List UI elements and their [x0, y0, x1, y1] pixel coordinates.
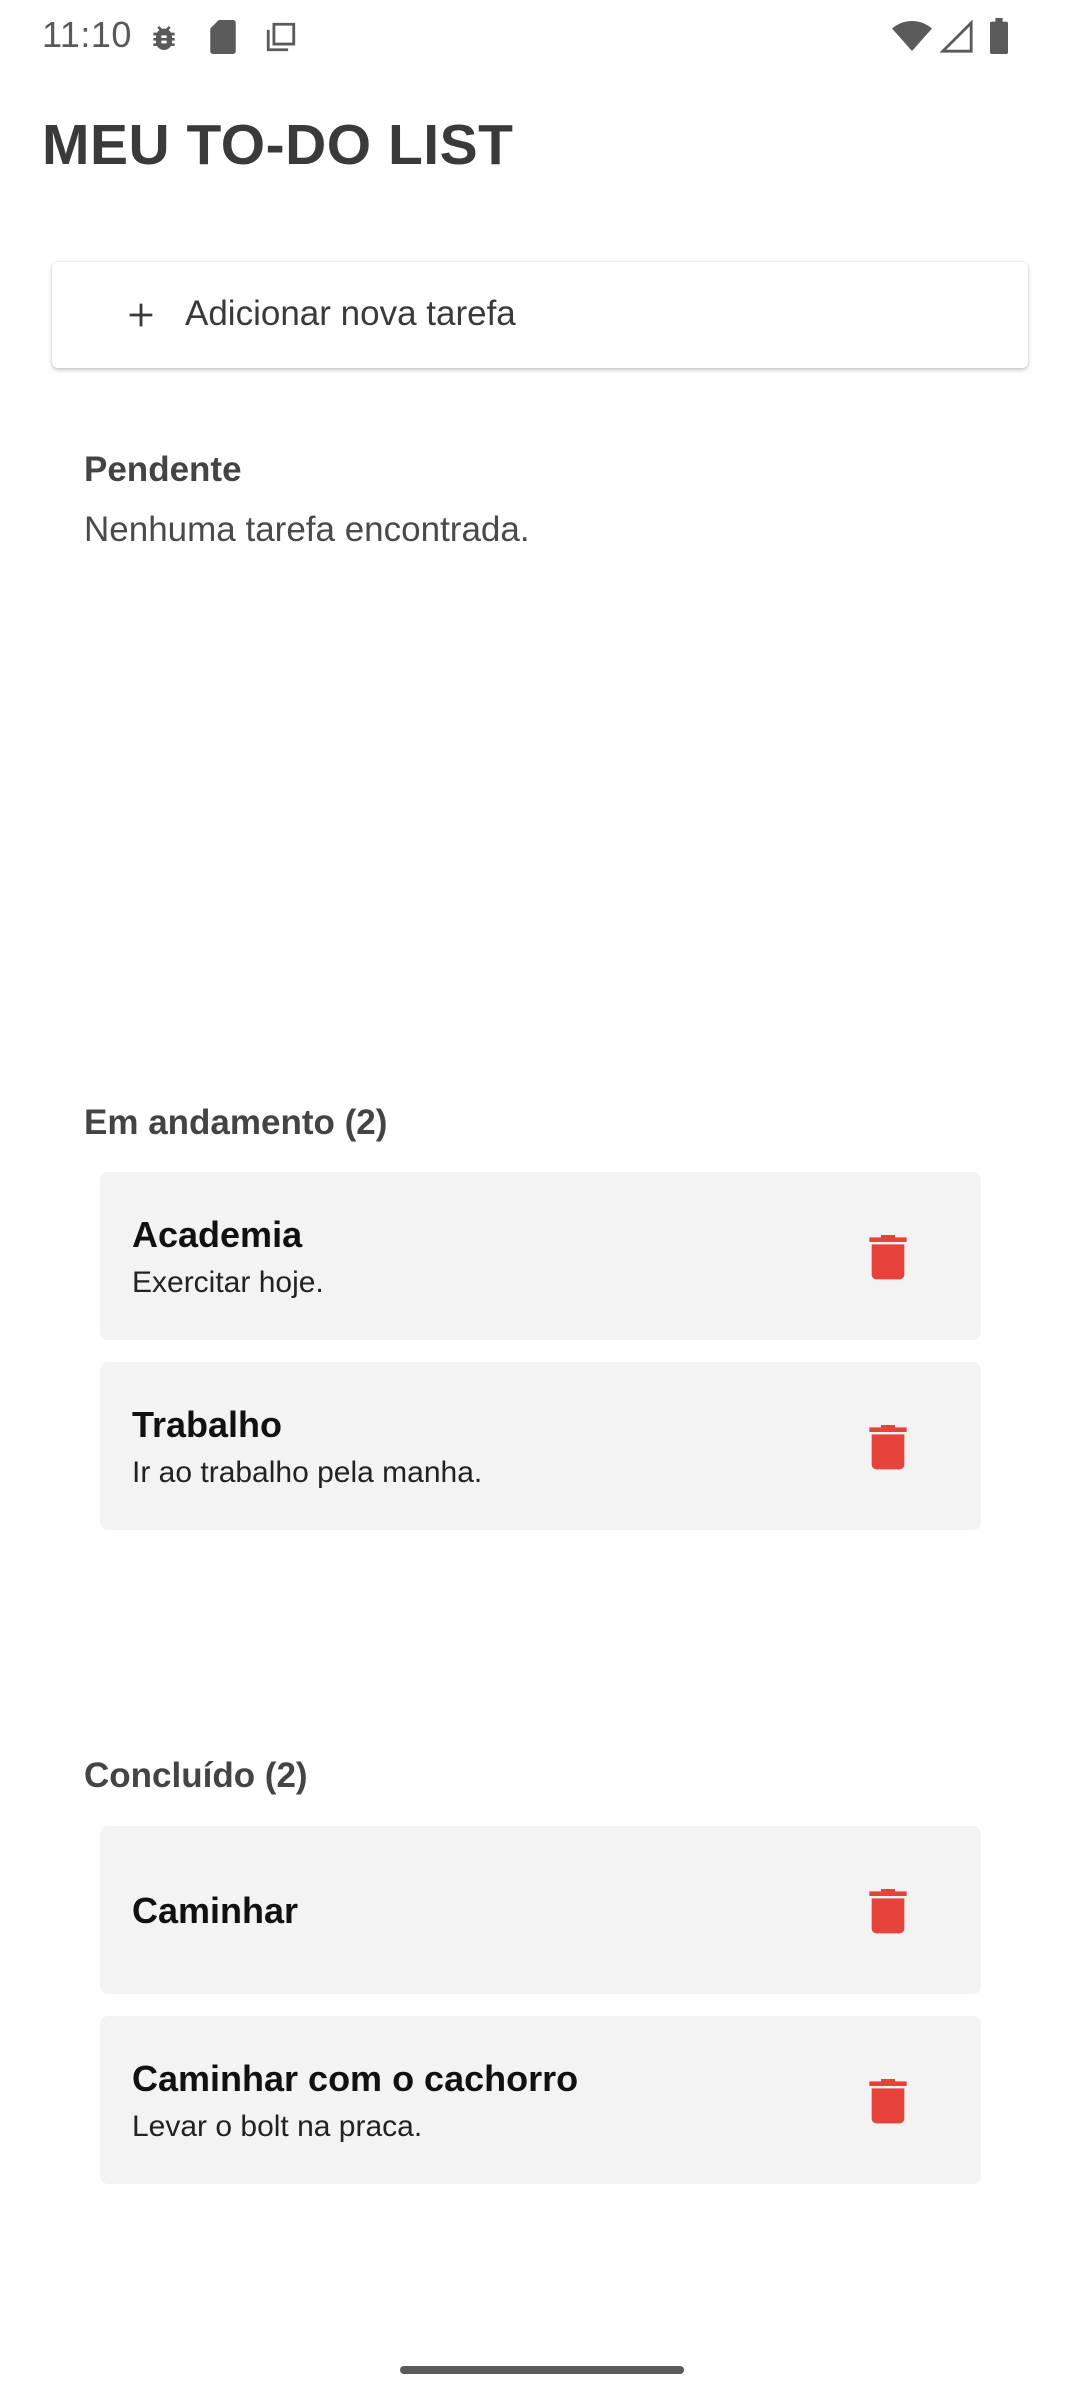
task-description: Exercitar hoje. [132, 1266, 324, 1299]
delete-task-button[interactable] [860, 2072, 916, 2128]
trash-icon [869, 1889, 907, 1934]
task-title: Caminhar [132, 1890, 299, 1931]
copy-icon [266, 22, 296, 52]
delete-task-button[interactable] [860, 1228, 916, 1284]
add-task-label: Adicionar nova tarefa [185, 294, 516, 333]
battery-icon [990, 18, 1008, 54]
section-heading-pending: Pendente [84, 450, 242, 489]
task-card[interactable]: Trabalho Ir ao trabalho pela manha. [100, 1362, 981, 1530]
task-card[interactable]: Caminhar [100, 1826, 981, 1994]
trash-icon [869, 1425, 907, 1470]
section-heading-done: Concluído (2) [84, 1756, 308, 1795]
trash-icon [869, 2079, 907, 2124]
home-gesture-handle[interactable] [400, 2366, 684, 2374]
add-task-button[interactable]: Adicionar nova tarefa [52, 262, 1028, 368]
task-title: Trabalho [132, 1404, 283, 1445]
trash-icon [869, 1235, 907, 1280]
page-title: MEU TO-DO LIST [42, 113, 514, 177]
cellular-signal-icon [940, 20, 973, 53]
wifi-icon [892, 21, 932, 51]
task-card[interactable]: Caminhar com o cachorro Levar o bolt na … [100, 2016, 981, 2184]
task-card[interactable]: Academia Exercitar hoje. [100, 1172, 981, 1340]
task-title: Caminhar com o cachorro [132, 2058, 579, 2099]
task-description: Ir ao trabalho pela manha. [132, 1456, 483, 1489]
plus-icon [129, 303, 153, 327]
status-bar: 11:10 [0, 0, 1080, 72]
delete-task-button[interactable] [860, 1418, 916, 1474]
sd-card-icon [210, 20, 236, 54]
section-heading-in-progress: Em andamento (2) [84, 1103, 388, 1142]
task-description: Levar o bolt na praca. [132, 2110, 423, 2143]
status-time: 11:10 [42, 14, 132, 55]
pending-empty-message: Nenhuma tarefa encontrada. [84, 510, 530, 549]
delete-task-button[interactable] [860, 1882, 916, 1938]
bug-icon [153, 26, 175, 50]
task-title: Academia [132, 1214, 303, 1255]
